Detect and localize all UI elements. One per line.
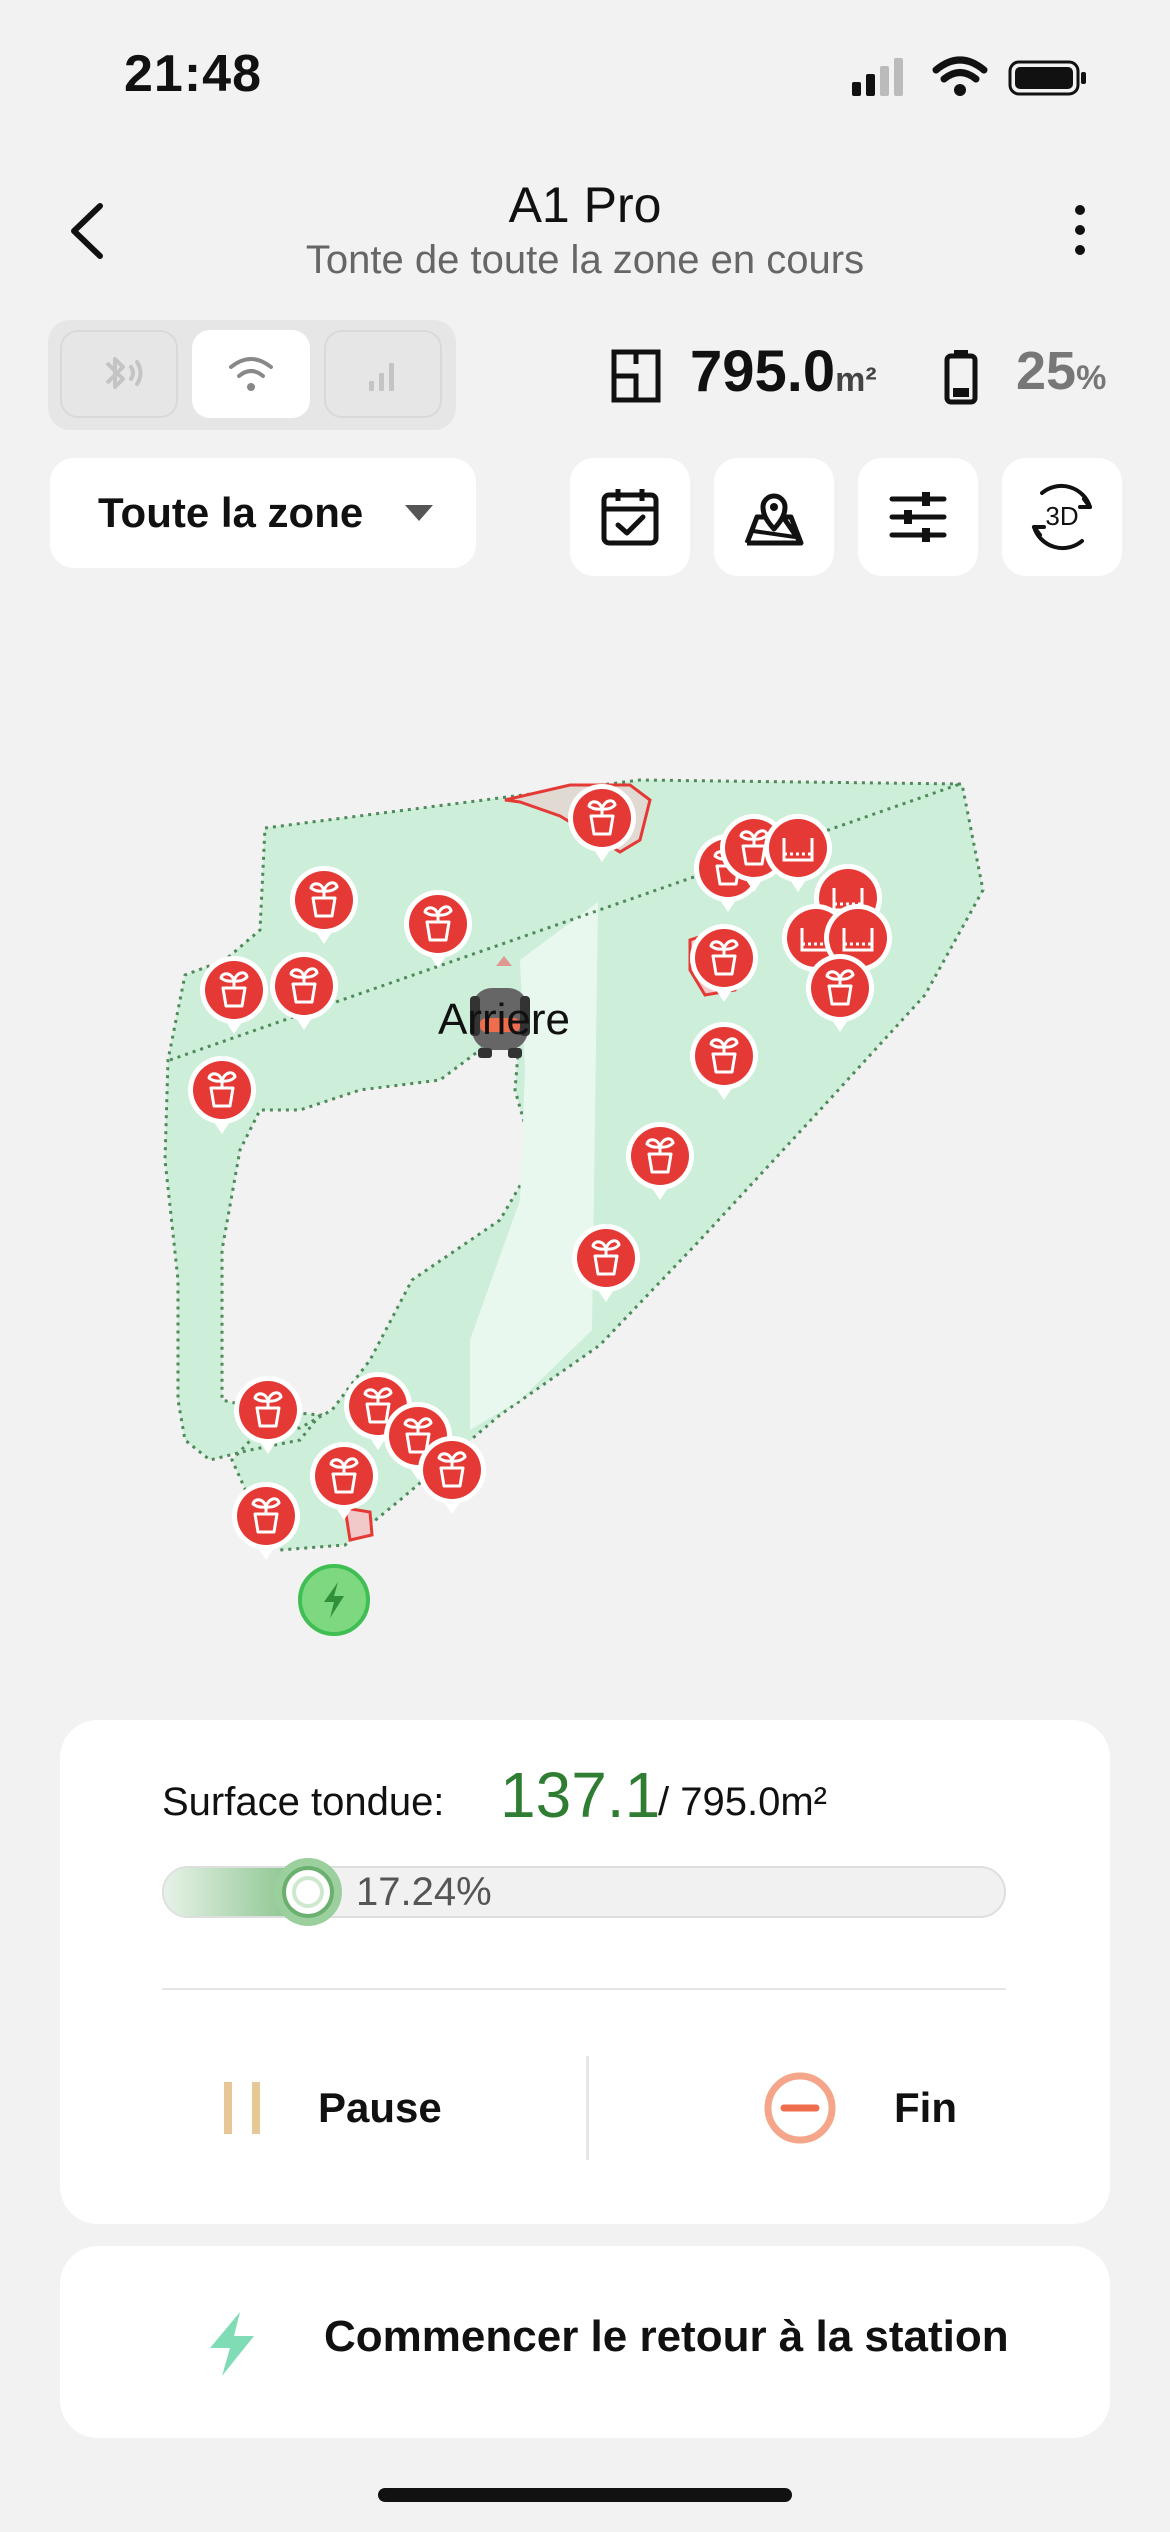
battery-value: 25	[1016, 341, 1077, 401]
charging-station-icon	[298, 1564, 370, 1636]
battery-icon	[942, 348, 980, 406]
pause-icon	[224, 2082, 260, 2134]
mowed-area-label: Surface tondue:	[162, 1780, 445, 1824]
pause-label: Pause	[318, 2084, 442, 2131]
cellular-signal-icon	[852, 56, 1086, 96]
progress-percent: 17.24%	[356, 1870, 492, 1914]
map-edit-button[interactable]	[714, 458, 834, 576]
settings-button[interactable]	[858, 458, 978, 576]
page-title: A1 Pro	[508, 177, 662, 233]
mowed-area-total: / 795.0m²	[658, 1780, 827, 1824]
bluetooth-icon	[105, 357, 143, 389]
view-3d-label: 3D	[1045, 501, 1078, 531]
sliders-icon	[889, 492, 947, 542]
cellular-icon	[369, 363, 394, 391]
connectivity-selector	[48, 320, 456, 430]
end-button[interactable]: Fin	[740, 2050, 1080, 2166]
cellular-button[interactable]	[324, 330, 442, 418]
battery-unit: %	[1076, 359, 1107, 397]
lightning-icon	[200, 2308, 264, 2380]
lawn-map[interactable]: Arriere	[0, 640, 1170, 1700]
divider	[162, 1988, 1006, 1990]
end-label: Fin	[894, 2084, 957, 2131]
schedule-button[interactable]	[570, 458, 690, 576]
robot-label: Arriere	[438, 995, 570, 1044]
wifi-button[interactable]	[192, 330, 310, 418]
zone-dropdown[interactable]: Toute la zone	[50, 458, 476, 568]
area-stat: 795.0m²	[690, 338, 877, 405]
view-3d-button[interactable]: 3D	[1002, 458, 1122, 576]
divider	[586, 2056, 589, 2160]
stop-icon	[764, 2072, 836, 2144]
mowed-area-value: 137.1	[500, 1759, 661, 1831]
status-time: 21:48	[124, 45, 262, 103]
more-menu-button[interactable]	[1060, 200, 1100, 260]
battery-stat: 25%	[1016, 340, 1106, 402]
map-pin-icon	[744, 493, 804, 546]
wifi-icon	[229, 357, 273, 391]
page-subtitle: Tonte de toute la zone en cours	[305, 238, 865, 282]
home-indicator	[378, 2488, 792, 2502]
area-value: 795.0	[690, 339, 836, 404]
bluetooth-button[interactable]	[60, 330, 178, 418]
battery-status-icon	[1008, 60, 1086, 96]
rotate-3d-icon: 3D	[1032, 483, 1092, 551]
obstacle-area	[343, 1506, 374, 1542]
return-to-station-label: Commencer le retour à la station	[324, 2312, 1009, 2361]
caret-down-icon	[405, 505, 434, 521]
calendar-check-icon	[601, 489, 659, 546]
status-icons	[852, 56, 1092, 100]
progress-handle	[272, 1856, 344, 1928]
more-vertical-icon	[1075, 205, 1085, 255]
wifi-status-icon	[932, 56, 988, 83]
area-unit: m²	[835, 361, 877, 399]
area-icon	[608, 346, 664, 406]
pause-button[interactable]: Pause	[180, 2050, 560, 2166]
obstacle-pin	[416, 1434, 488, 1516]
zone-dropdown-label: Toute la zone	[98, 489, 364, 536]
